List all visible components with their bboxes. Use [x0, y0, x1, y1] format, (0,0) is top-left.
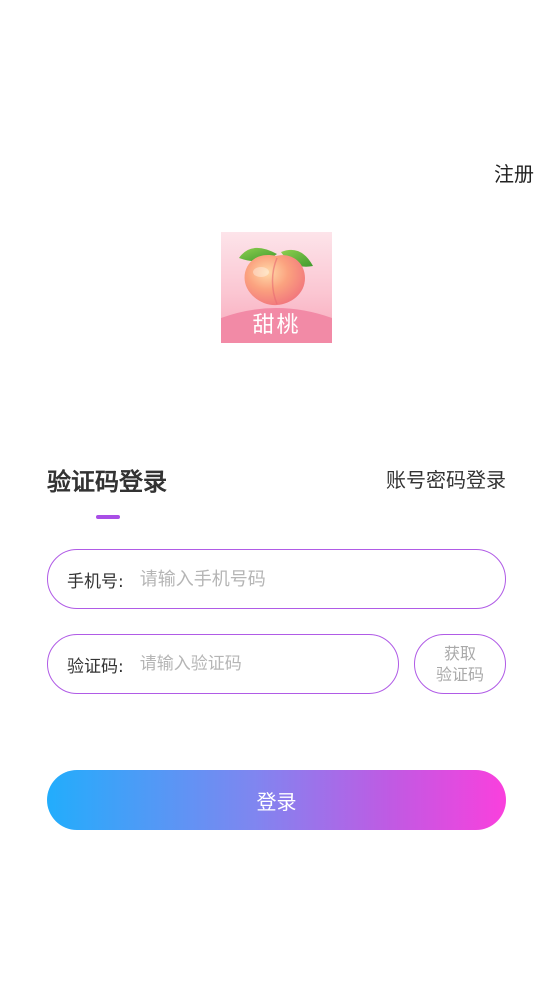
phone-label: 手机号:	[67, 571, 124, 592]
phone-field: 手机号:	[47, 549, 506, 609]
get-code-button[interactable]: 获取 验证码	[414, 634, 506, 694]
app-logo: 甜桃	[221, 232, 332, 343]
code-field: 验证码:	[47, 634, 399, 694]
get-code-label-line1: 获取	[443, 644, 476, 663]
code-label: 验证码:	[67, 656, 124, 677]
tab-sms-login[interactable]: 验证码登录	[47, 466, 167, 498]
register-link[interactable]: 注册	[494, 161, 534, 187]
active-tab-indicator	[96, 515, 120, 519]
code-input[interactable]	[137, 653, 398, 675]
get-code-label-line2: 验证码	[435, 665, 484, 684]
phone-input[interactable]	[137, 567, 505, 591]
tab-password-login[interactable]: 账号密码登录	[386, 466, 506, 494]
logo-text: 甜桃	[252, 313, 301, 338]
login-button[interactable]: 登录	[47, 770, 506, 830]
